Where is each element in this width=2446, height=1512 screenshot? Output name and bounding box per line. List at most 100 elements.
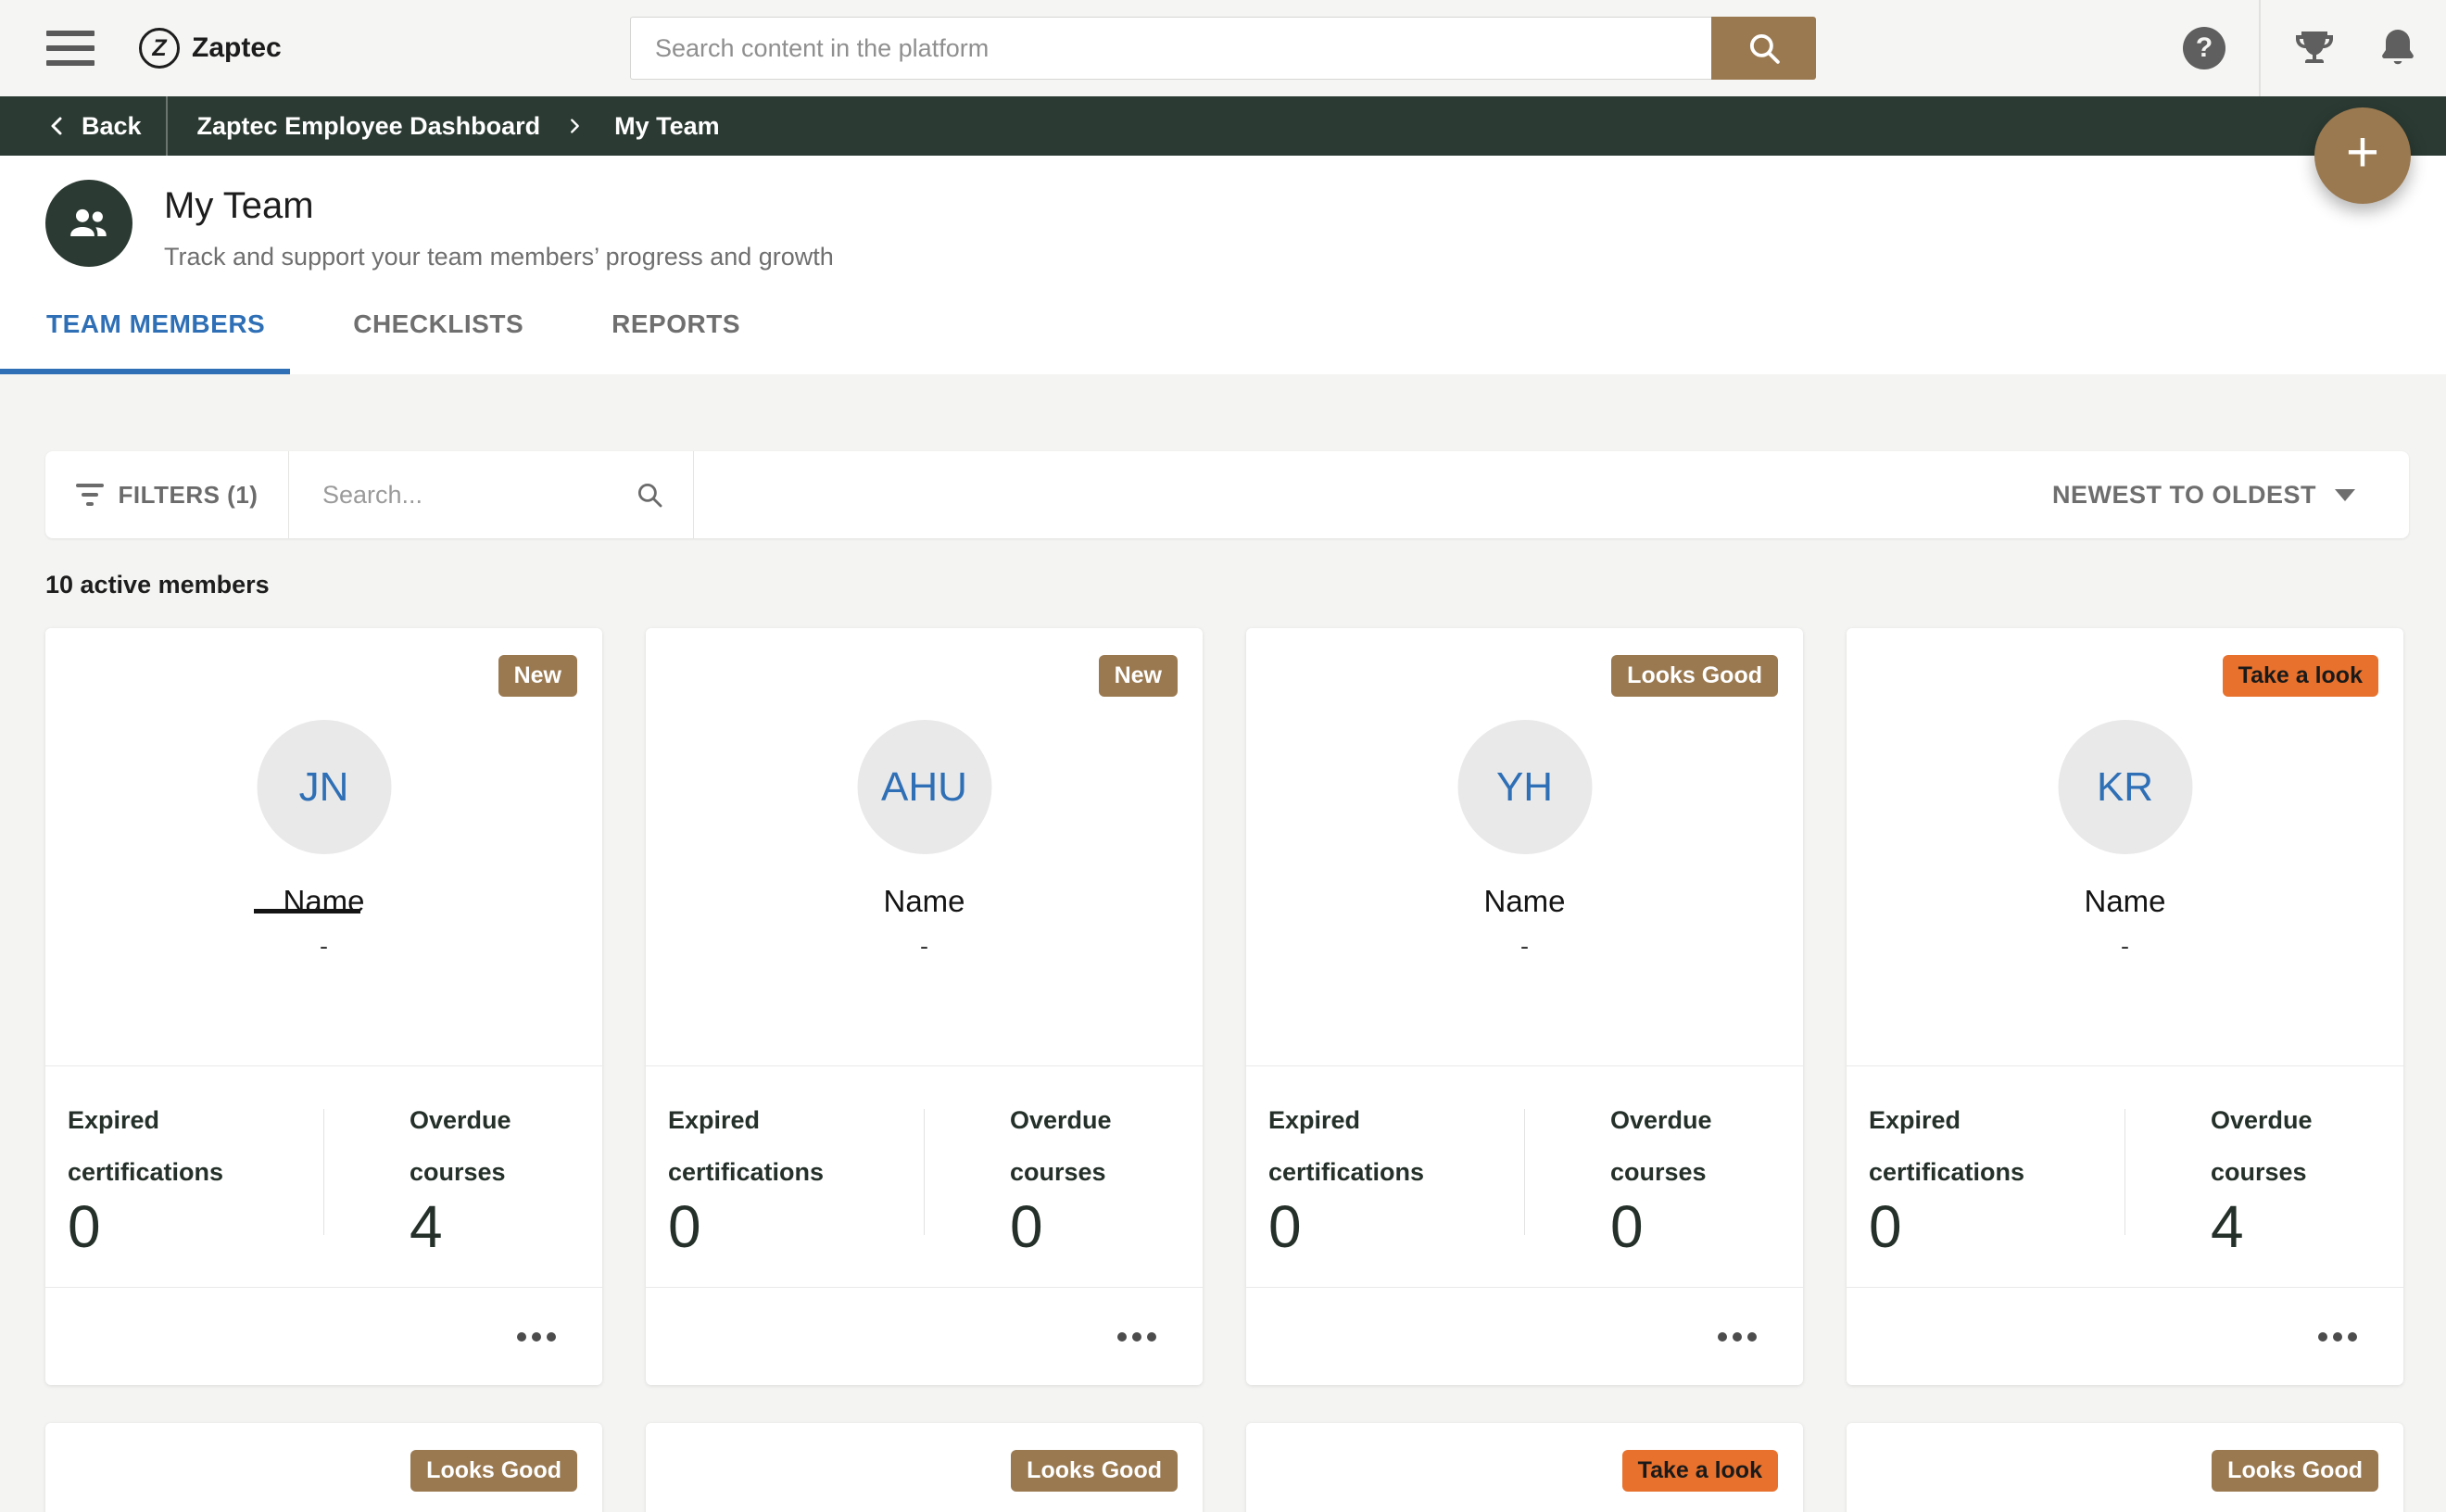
member-stats: Expired certifications 0 Overdue courses… — [1246, 1065, 1803, 1287]
brand-logo: Z Zaptec — [139, 0, 282, 96]
member-stats: Expired certifications 0 Overdue courses… — [646, 1065, 1203, 1287]
toolbar-divider — [693, 451, 694, 538]
expired-certifications-value: 0 — [1869, 1192, 2124, 1261]
chevron-left-icon — [46, 115, 69, 137]
page-title: My Team — [164, 185, 314, 227]
member-name: Name — [1246, 884, 1803, 919]
content: FILTERS (1) NEWEST TO OLDEST 10 active m… — [0, 374, 2446, 1512]
status-badge: Take a look — [2223, 655, 2378, 697]
achievements-button[interactable] — [2292, 26, 2337, 70]
ellipsis-icon — [1718, 1332, 1727, 1342]
overdue-courses-value: 0 — [1610, 1192, 1803, 1261]
member-card[interactable]: Looks Good — [1847, 1423, 2403, 1512]
sort-label: NEWEST TO OLDEST — [2052, 481, 2316, 510]
breadcrumb-item-dashboard[interactable]: Zaptec Employee Dashboard — [197, 112, 541, 141]
avatar: AHU — [857, 720, 991, 854]
caret-down-icon — [2335, 489, 2355, 501]
member-subtitle: - — [45, 932, 602, 961]
overdue-courses-value: 4 — [410, 1192, 602, 1261]
ellipsis-icon — [517, 1332, 526, 1342]
funnel-icon — [76, 484, 104, 506]
member-card[interactable]: Looks Good — [646, 1423, 1203, 1512]
status-badge: Looks Good — [1011, 1450, 1178, 1492]
topbar-actions: ? — [2183, 0, 2420, 96]
member-card[interactable]: New JN Name - Expired certifications 0 O… — [45, 628, 602, 1385]
topbar: Z Zaptec ? — [0, 0, 2446, 96]
tab-team-members[interactable]: TEAM MEMBERS — [46, 309, 265, 339]
status-badge: Looks Good — [2212, 1450, 2378, 1492]
member-cards-grid: New JN Name - Expired certifications 0 O… — [45, 628, 2403, 1512]
ellipsis-icon — [2318, 1332, 2327, 1342]
trophy-icon — [2292, 26, 2337, 70]
notifications-button[interactable] — [2376, 26, 2420, 70]
plus-icon: + — [2346, 124, 2379, 182]
expired-certifications-label: Expired certifications — [668, 1094, 830, 1198]
avatar: JN — [257, 720, 391, 854]
topbar-divider — [2259, 0, 2261, 96]
zaptec-logo-icon: Z — [139, 28, 180, 69]
member-card[interactable]: Looks Good — [45, 1423, 602, 1512]
member-card[interactable]: Take a look — [1246, 1423, 1803, 1512]
sort-dropdown[interactable]: NEWEST TO OLDEST — [2052, 481, 2409, 510]
add-button[interactable]: + — [2314, 107, 2411, 204]
page-header: My Team Track and support your team memb… — [0, 156, 2446, 374]
global-search — [630, 17, 1816, 80]
member-card[interactable]: Take a look KR Name - Expired certificat… — [1847, 628, 2403, 1385]
member-name: Name — [1847, 884, 2403, 919]
status-badge: New — [498, 655, 577, 697]
brand-name: Zaptec — [192, 32, 282, 64]
expired-certifications-value: 0 — [1268, 1192, 1524, 1261]
status-badge: New — [1099, 655, 1178, 697]
expired-certifications-label: Expired certifications — [1268, 1094, 1431, 1198]
tab-bar: TEAM MEMBERS CHECKLISTS REPORTS — [46, 309, 828, 339]
status-badge: Looks Good — [410, 1450, 577, 1492]
member-name: Name — [45, 884, 602, 919]
expired-certifications-value: 0 — [68, 1192, 323, 1261]
chevron-right-icon — [564, 116, 585, 136]
avatar: KR — [2058, 720, 2192, 854]
help-button[interactable]: ? — [2183, 27, 2225, 69]
global-search-input[interactable] — [630, 17, 1711, 80]
magnifier-icon — [634, 479, 665, 510]
overdue-courses-label: Overdue courses — [2211, 1094, 2373, 1198]
redacted-text — [254, 909, 360, 914]
member-stats: Expired certifications 0 Overdue courses… — [45, 1065, 602, 1287]
more-options-button[interactable] — [1708, 1323, 1766, 1351]
ellipsis-icon — [1117, 1332, 1127, 1342]
member-subtitle: - — [1847, 932, 2403, 961]
more-options-button[interactable] — [1108, 1323, 1166, 1351]
overdue-courses-value: 0 — [1010, 1192, 1203, 1261]
search-icon — [1745, 29, 1784, 68]
expired-certifications-value: 0 — [668, 1192, 924, 1261]
question-mark-icon: ? — [2183, 27, 2225, 69]
back-label: Back — [82, 112, 142, 141]
people-icon — [45, 180, 132, 267]
page-subtitle: Track and support your team members’ pro… — [164, 243, 834, 271]
bell-icon — [2376, 26, 2420, 70]
global-search-button[interactable] — [1711, 17, 1816, 80]
more-options-button[interactable] — [2309, 1323, 2366, 1351]
member-stats: Expired certifications 0 Overdue courses… — [1847, 1065, 2403, 1287]
member-subtitle: - — [646, 932, 1203, 961]
member-card[interactable]: New AHU Name - Expired certifications 0 … — [646, 628, 1203, 1385]
tab-reports[interactable]: REPORTS — [612, 309, 740, 339]
breadcrumb: Back Zaptec Employee Dashboard My Team — [0, 96, 2446, 156]
more-options-button[interactable] — [508, 1323, 565, 1351]
filters-label: FILTERS (1) — [119, 481, 258, 510]
overdue-courses-label: Overdue courses — [410, 1094, 572, 1198]
expired-certifications-label: Expired certifications — [68, 1094, 230, 1198]
status-badge: Looks Good — [1611, 655, 1778, 697]
filter-toolbar: FILTERS (1) NEWEST TO OLDEST — [45, 451, 2409, 538]
member-card[interactable]: Looks Good YH Name - Expired certificati… — [1246, 628, 1803, 1385]
member-search-input[interactable] — [322, 481, 634, 510]
status-badge: Take a look — [1622, 1450, 1778, 1492]
overdue-courses-label: Overdue courses — [1610, 1094, 1772, 1198]
member-name: Name — [646, 884, 1203, 919]
expired-certifications-label: Expired certifications — [1869, 1094, 2031, 1198]
tab-checklists[interactable]: CHECKLISTS — [353, 309, 523, 339]
breadcrumb-item-current: My Team — [614, 112, 720, 141]
menu-button[interactable] — [46, 31, 96, 66]
filters-button[interactable]: FILTERS (1) — [45, 451, 288, 538]
member-search — [289, 451, 693, 538]
back-button[interactable]: Back — [0, 96, 142, 156]
